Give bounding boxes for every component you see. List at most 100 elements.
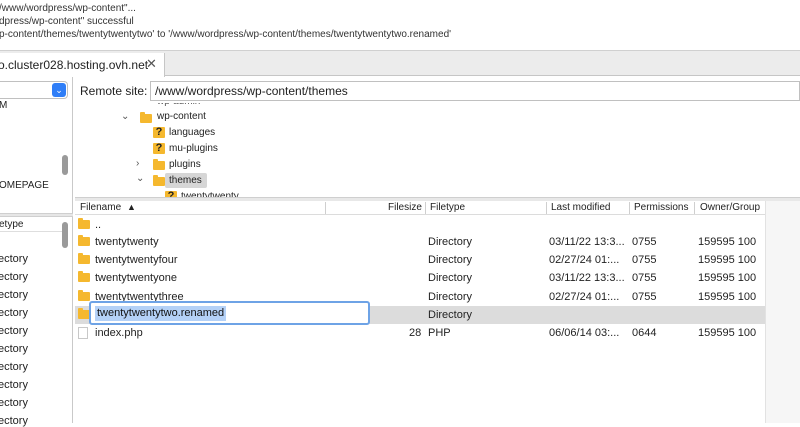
folder-icon bbox=[140, 112, 152, 123]
tree-node-wp-content[interactable]: wp-content bbox=[157, 111, 206, 122]
table-row-selected[interactable]: twentytwentytwo.renamed Directory bbox=[75, 301, 765, 325]
remote-path-input[interactable] bbox=[150, 81, 800, 101]
chevron-down-icon[interactable]: ⌄ bbox=[136, 173, 144, 184]
file-permissions: 0755 bbox=[632, 254, 657, 266]
table-row[interactable]: .. bbox=[75, 216, 765, 234]
file-type: Directory bbox=[428, 291, 473, 303]
tree-node-mu-plugins[interactable]: mu-plugins bbox=[169, 143, 218, 154]
local-list-item[interactable]: ectory bbox=[0, 289, 28, 301]
table-row[interactable]: twentytwentyfour Directory 02/27/24 01:.… bbox=[75, 251, 765, 269]
local-list-item[interactable]: ectory bbox=[0, 271, 28, 283]
tab-strip: o.cluster028.hosting.ovh.net ✕ bbox=[0, 50, 800, 77]
file-owner: 159595 100 bbox=[698, 291, 757, 303]
local-list-item[interactable]: ectory bbox=[0, 307, 28, 319]
log-line: dpress/wp-content" successful bbox=[0, 16, 134, 27]
column-separator bbox=[629, 202, 630, 214]
file-permissions: 0755 bbox=[632, 272, 657, 284]
file-modified: 02/27/24 01:... bbox=[549, 291, 620, 303]
local-tree-item[interactable]: M bbox=[0, 100, 7, 111]
local-list-item[interactable]: ectory bbox=[0, 325, 28, 337]
tab-server[interactable]: o.cluster028.hosting.ovh.net ✕ bbox=[0, 53, 165, 77]
column-separator bbox=[325, 202, 326, 214]
file-permissions: 0644 bbox=[632, 327, 657, 339]
folder-icon bbox=[78, 271, 90, 282]
folder-icon bbox=[78, 290, 90, 301]
list-margin bbox=[765, 201, 800, 423]
unknown-folder-icon: ? bbox=[153, 127, 165, 138]
folder-icon bbox=[78, 218, 90, 229]
file-name: twentytwentyone bbox=[95, 272, 177, 284]
local-list-item[interactable]: ectory bbox=[0, 361, 28, 373]
pane-splitter[interactable] bbox=[0, 213, 73, 217]
file-permissions: 0755 bbox=[632, 291, 657, 303]
rename-input[interactable]: twentytwentytwo.renamed bbox=[95, 306, 227, 321]
table-row[interactable]: index.php 28 PHP 06/06/14 03:... 0644 15… bbox=[75, 324, 765, 342]
local-list-item[interactable]: ectory bbox=[0, 415, 28, 427]
tree-node-plugins[interactable]: plugins bbox=[169, 159, 201, 170]
folder-icon bbox=[153, 175, 165, 186]
folder-icon bbox=[78, 235, 90, 246]
local-site-select[interactable]: ⌄ bbox=[0, 81, 68, 99]
file-owner: 159595 100 bbox=[698, 236, 757, 248]
local-list-item[interactable]: ectory bbox=[0, 253, 28, 265]
column-filetype[interactable]: Filetype bbox=[430, 202, 465, 213]
local-list-item[interactable]: ectory bbox=[0, 397, 28, 409]
tree-node-languages[interactable]: languages bbox=[169, 127, 215, 138]
table-row[interactable]: twentytwentyone Directory 03/11/22 13:3.… bbox=[75, 269, 765, 287]
tree-node-wp-admin[interactable]: wp-admin bbox=[157, 103, 200, 107]
folder-icon bbox=[153, 159, 165, 170]
local-tree-scrollbar[interactable] bbox=[62, 155, 68, 175]
file-modified: 03/11/22 13:3... bbox=[549, 236, 625, 248]
column-separator bbox=[425, 202, 426, 214]
local-tree-item[interactable]: OMEPAGE bbox=[0, 180, 49, 191]
tree-node-themes[interactable]: themes bbox=[169, 175, 202, 186]
column-separator bbox=[694, 202, 695, 214]
log-line: /www/wordpress/wp-content"... bbox=[0, 3, 136, 14]
file-permissions: 0755 bbox=[632, 236, 657, 248]
local-list-header[interactable]: etype bbox=[0, 219, 68, 232]
file-name: twentytwentyfour bbox=[95, 254, 178, 266]
file-modified: 02/27/24 01:... bbox=[549, 254, 620, 266]
file-modified: 06/06/14 03:... bbox=[549, 327, 620, 339]
file-type: Directory bbox=[428, 272, 473, 284]
file-type: Directory bbox=[428, 236, 473, 248]
remote-directory-tree: wp-admin ⌄ wp-content ? languages ? mu-p… bbox=[75, 103, 800, 197]
file-owner: 159595 100 bbox=[698, 327, 757, 339]
log-line: p-content/themes/twentytwentytwo' to '/w… bbox=[0, 29, 452, 40]
tab-label: o.cluster028.hosting.ovh.net bbox=[0, 58, 149, 72]
file-type: Directory bbox=[428, 254, 473, 266]
remote-file-list: .. twentytwenty Directory 03/11/22 13:3.… bbox=[75, 216, 765, 346]
local-list-item[interactable]: ectory bbox=[0, 379, 28, 391]
file-size: 28 bbox=[409, 327, 422, 339]
file-type: PHP bbox=[428, 327, 451, 339]
column-permissions[interactable]: Permissions bbox=[634, 202, 688, 213]
local-list-item[interactable]: ectory bbox=[0, 343, 28, 355]
column-separator bbox=[546, 202, 547, 214]
rename-field[interactable]: twentytwentytwo.renamed bbox=[89, 301, 370, 325]
unknown-folder-icon: ? bbox=[153, 143, 165, 154]
file-name: .. bbox=[95, 219, 102, 231]
file-name: twentytwenty bbox=[95, 236, 159, 248]
chevron-right-icon[interactable]: › bbox=[136, 158, 139, 169]
column-filename[interactable]: Filename bbox=[80, 202, 121, 213]
file-type: Directory bbox=[428, 309, 473, 321]
folder-icon bbox=[78, 253, 90, 264]
file-owner: 159595 100 bbox=[698, 272, 757, 284]
local-list-scrollbar[interactable] bbox=[62, 222, 68, 248]
column-filesize[interactable]: Filesize bbox=[388, 202, 422, 213]
message-log: /www/wordpress/wp-content"... dpress/wp-… bbox=[0, 0, 800, 50]
filetype-column-header[interactable]: etype bbox=[0, 219, 23, 230]
close-icon[interactable]: ✕ bbox=[146, 56, 157, 72]
column-owner-group[interactable]: Owner/Group bbox=[700, 202, 760, 213]
file-modified: 03/11/22 13:3... bbox=[549, 272, 625, 284]
chevron-down-icon[interactable]: ⌄ bbox=[52, 83, 66, 97]
chevron-down-icon[interactable]: ⌄ bbox=[121, 111, 129, 122]
remote-site-label: Remote site: bbox=[80, 84, 148, 98]
file-name: index.php bbox=[95, 327, 143, 339]
sort-ascending-icon[interactable]: ▲ bbox=[127, 202, 136, 212]
table-row[interactable]: twentytwenty Directory 03/11/22 13:3... … bbox=[75, 233, 765, 251]
file-owner: 159595 100 bbox=[698, 254, 757, 266]
remote-site-bar: Remote site: bbox=[75, 80, 800, 102]
column-last-modified[interactable]: Last modified bbox=[551, 202, 610, 213]
file-list-header: Filename ▲ Filesize Filetype Last modifi… bbox=[75, 201, 765, 215]
